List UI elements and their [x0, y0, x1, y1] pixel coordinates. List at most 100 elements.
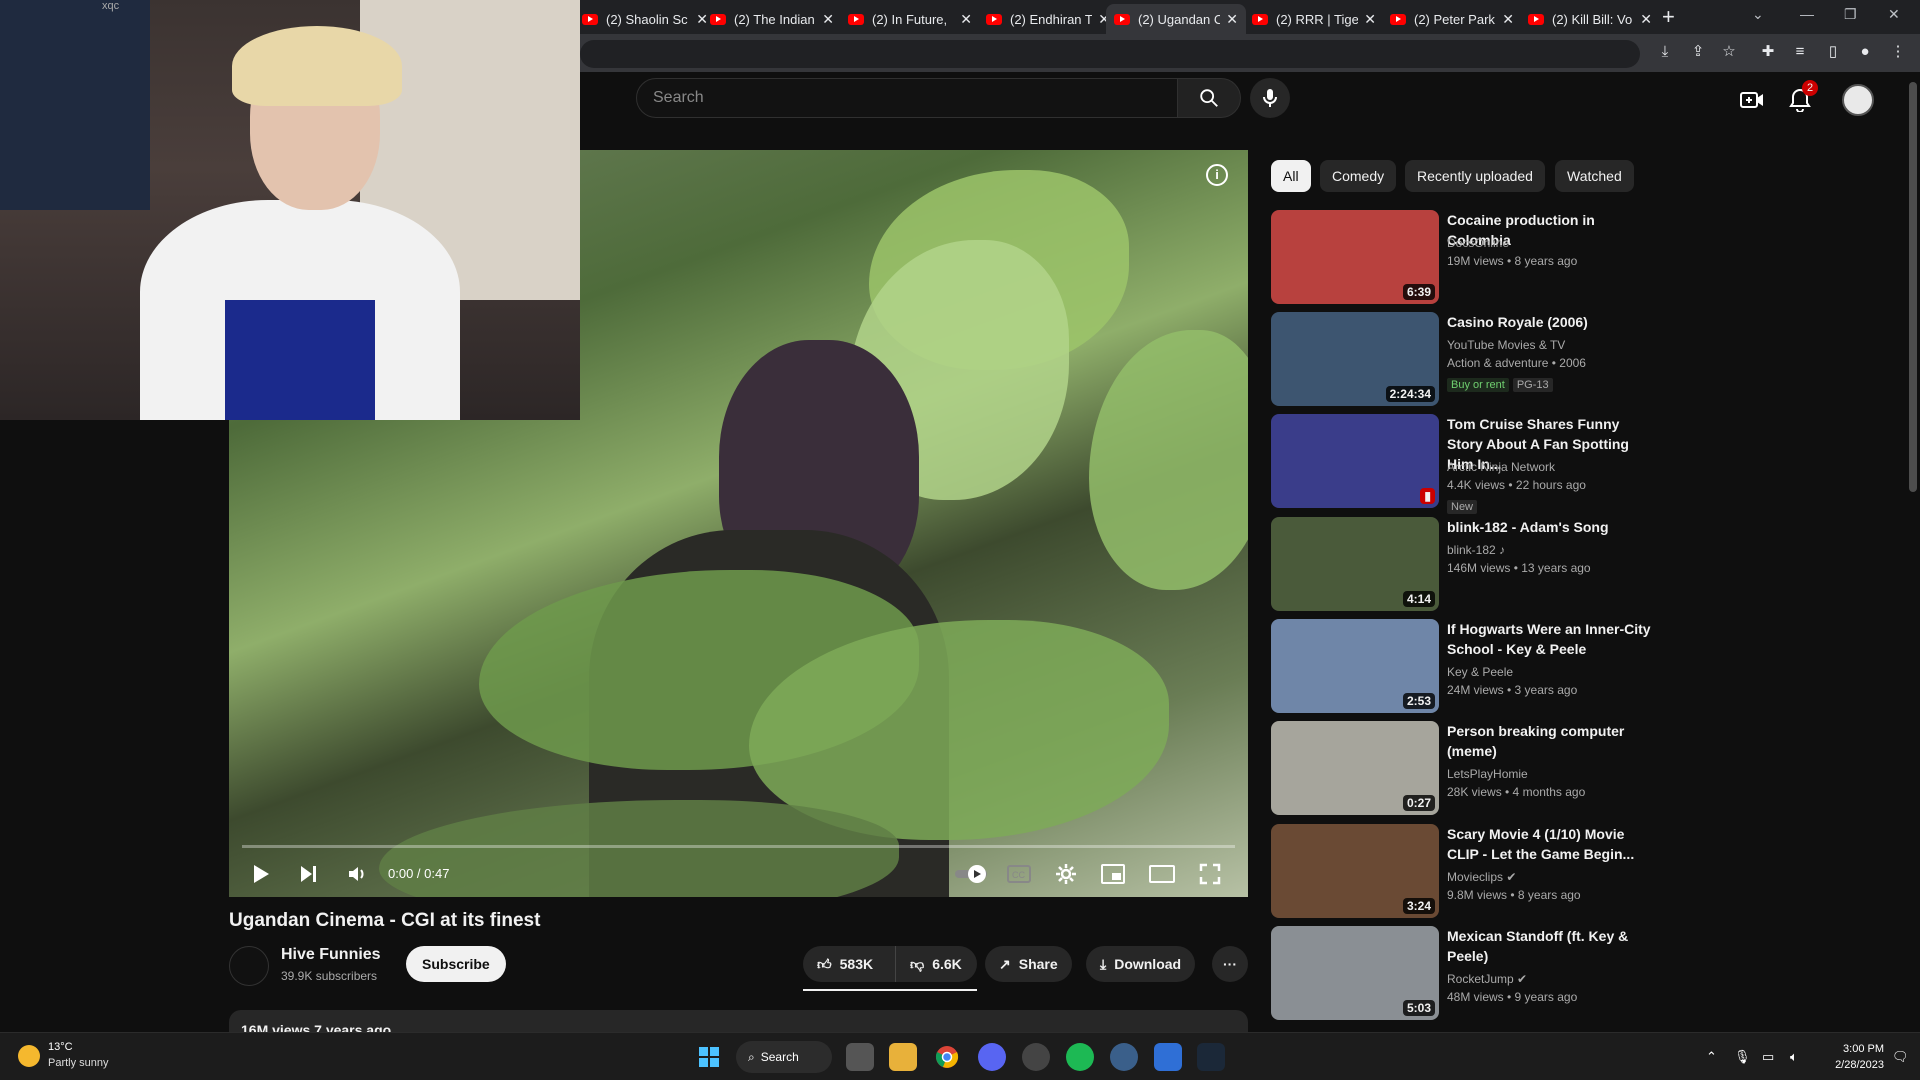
autoplay-toggle[interactable] [953, 860, 989, 888]
play-button[interactable] [251, 860, 271, 888]
like-button[interactable]: 👍︎ 583K [803, 946, 895, 982]
recommendation-item[interactable]: 5:03 Mexican Standoff (ft. Key & Peele) … [1271, 926, 1671, 1022]
browser-tab[interactable]: (2) Endhiran T ✕ [978, 4, 1118, 34]
recommendation-title[interactable]: Scary Movie 4 (1/10) Movie CLIP - Let th… [1447, 824, 1657, 864]
share-icon[interactable]: ⇪ [1688, 42, 1708, 62]
taskbar-clock[interactable]: 3:00 PM 2/28/2023 [1820, 1041, 1884, 1073]
video-thumbnail[interactable]: 6:39 [1271, 210, 1439, 304]
voice-search-button[interactable] [1250, 78, 1290, 118]
reading-list-icon[interactable]: ≡ [1790, 42, 1810, 62]
video-thumbnail[interactable]: 4:14 [1271, 517, 1439, 611]
next-button[interactable] [299, 860, 319, 888]
profile-icon[interactable]: ● [1855, 42, 1875, 62]
speaker-icon[interactable]: 🔈︎ [1790, 1049, 1798, 1065]
page-scrollbar[interactable] [1905, 72, 1920, 1032]
chip-all[interactable]: All [1271, 160, 1311, 192]
tray-overflow-chevron-icon[interactable]: ⌃ [1706, 1049, 1717, 1065]
weather-sun-icon[interactable] [18, 1045, 40, 1067]
share-button[interactable]: ↗ Share [985, 946, 1072, 982]
chip-comedy[interactable]: Comedy [1320, 160, 1397, 192]
settings-app-icon[interactable] [1110, 1043, 1138, 1071]
task-view-icon[interactable] [846, 1043, 874, 1071]
recommendation-channel[interactable]: Key & Peele [1447, 663, 1667, 681]
close-tab-icon[interactable]: ✕ [1640, 11, 1652, 28]
recommendation-title[interactable]: blink-182 - Adam's Song [1447, 517, 1657, 537]
recommendation-title[interactable]: Person breaking computer (meme) [1447, 721, 1657, 761]
recommendation-channel[interactable]: Movieclips ✔ [1447, 868, 1667, 886]
minimize-icon[interactable]: — [1800, 6, 1814, 22]
search-input[interactable]: Search [636, 78, 1178, 118]
chip-watched[interactable]: Watched [1555, 160, 1634, 192]
recommendation-item[interactable]: 2:53 If Hogwarts Were an Inner-City Scho… [1271, 619, 1671, 715]
browser-tab[interactable]: (2) Kill Bill: Vo ✕ [1520, 4, 1660, 34]
video-thumbnail[interactable]: 5:03 [1271, 926, 1439, 1020]
new-tab-button[interactable]: + [1662, 4, 1675, 30]
search-button[interactable] [1177, 78, 1241, 118]
create-video-button[interactable] [1738, 86, 1766, 114]
subscribe-button[interactable]: Subscribe [406, 946, 506, 982]
recommendation-channel[interactable]: DocsOnline [1447, 234, 1667, 252]
menu-kebab-icon[interactable]: ⋮ [1888, 42, 1908, 62]
extensions-icon[interactable]: ✚ [1758, 42, 1778, 62]
info-icon[interactable]: i [1206, 164, 1228, 186]
weather-description[interactable]: Partly sunny [48, 1057, 109, 1069]
recommendation-channel[interactable]: YouTube Movies & TV [1447, 336, 1667, 354]
close-tab-icon[interactable]: ✕ [1226, 11, 1238, 28]
recommendation-channel[interactable]: Arctic Ninja Network [1447, 458, 1667, 476]
file-explorer-icon[interactable] [889, 1043, 917, 1071]
recommendation-channel[interactable]: RocketJump ✔ [1447, 970, 1667, 988]
recommendation-channel[interactable]: blink-182 ♪ [1447, 541, 1667, 559]
progress-bar[interactable] [242, 845, 1235, 848]
video-thumbnail[interactable]: 2:53 [1271, 619, 1439, 713]
video-thumbnail[interactable]: 3:24 [1271, 824, 1439, 918]
video-thumbnail[interactable]: 2:24:34 [1271, 312, 1439, 406]
spotify-icon[interactable] [1066, 1043, 1094, 1071]
recommendation-title[interactable]: Mexican Standoff (ft. Key & Peele) [1447, 926, 1657, 966]
bookmark-star-icon[interactable]: ☆ [1719, 42, 1739, 62]
close-tab-icon[interactable]: ✕ [822, 11, 834, 28]
app-icon[interactable] [1022, 1043, 1050, 1071]
theater-mode-button[interactable] [1149, 860, 1175, 888]
settings-button[interactable] [1055, 860, 1077, 888]
recommendation-item[interactable]: 3:24 Scary Movie 4 (1/10) Movie CLIP - L… [1271, 824, 1671, 920]
tab-search-chevron-icon[interactable]: ⌄ [1752, 6, 1764, 23]
side-panel-icon[interactable]: ▯ [1823, 42, 1843, 62]
close-window-icon[interactable]: ✕ [1888, 6, 1900, 23]
restore-icon[interactable]: ❐ [1844, 6, 1857, 23]
recommendation-item[interactable]: 6:39 Cocaine production in Colombia Docs… [1271, 210, 1671, 306]
recommendation-title[interactable]: If Hogwarts Were an Inner-City School - … [1447, 619, 1657, 659]
close-tab-icon[interactable]: ✕ [960, 11, 972, 28]
volume-button[interactable] [347, 860, 367, 888]
close-tab-icon[interactable]: ✕ [1364, 11, 1376, 28]
steam-icon[interactable] [1197, 1043, 1225, 1071]
start-button[interactable] [695, 1043, 723, 1071]
video-thumbnail[interactable]: 0:27 [1271, 721, 1439, 815]
close-tab-icon[interactable]: ✕ [1502, 11, 1514, 28]
chrome-icon[interactable] [933, 1043, 961, 1071]
browser-tab[interactable]: (2) Peter Park ✕ [1382, 4, 1522, 34]
notepad-icon[interactable] [1154, 1043, 1182, 1071]
browser-tab[interactable]: (2) The Indian ✕ [702, 4, 842, 34]
notification-center-icon[interactable]: 🗨︎ [1892, 1049, 1909, 1065]
weather-temperature[interactable]: 13°C [48, 1041, 73, 1053]
video-thumbnail[interactable]: ▮ [1271, 414, 1439, 508]
chip-recently-uploaded[interactable]: Recently uploaded [1405, 160, 1545, 192]
recommendation-channel[interactable]: LetsPlayHomie [1447, 765, 1667, 783]
captions-button[interactable]: CC [1007, 860, 1031, 888]
dislike-button[interactable]: 👎︎ 6.6K [895, 946, 977, 982]
account-avatar[interactable] [1842, 84, 1874, 116]
browser-tab-active[interactable]: (2) Ugandan C ✕ [1106, 4, 1246, 34]
discord-icon[interactable] [978, 1043, 1006, 1071]
browser-tab[interactable]: (2) In Future, ✕ [840, 4, 980, 34]
fullscreen-button[interactable] [1199, 860, 1221, 888]
recommendation-title[interactable]: Casino Royale (2006) [1447, 312, 1657, 332]
download-button[interactable]: ⤓ Download [1086, 946, 1196, 982]
browser-tab[interactable]: (2) Shaolin Sc ✕ [574, 4, 716, 34]
taskbar-search[interactable]: ⌕ Search [736, 1041, 832, 1073]
recommendation-item[interactable]: ▮ Tom Cruise Shares Funny Story About A … [1271, 414, 1671, 514]
omnibox[interactable] [580, 40, 1640, 68]
recommendation-item[interactable]: 0:27 Person breaking computer (meme) Let… [1271, 721, 1671, 817]
recommendation-item[interactable]: 4:14 blink-182 - Adam's Song blink-182 ♪… [1271, 517, 1671, 613]
channel-avatar[interactable] [229, 946, 269, 986]
browser-tab[interactable]: (2) RRR | Tige ✕ [1244, 4, 1384, 34]
